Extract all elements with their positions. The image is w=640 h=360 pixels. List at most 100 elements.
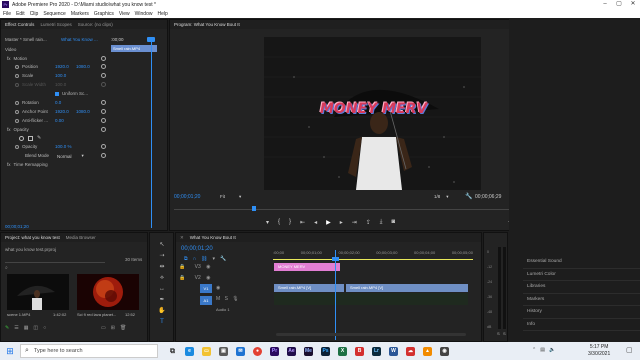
reset-rotation-icon[interactable] bbox=[101, 100, 106, 105]
anchor-x-value[interactable]: 1920.0 bbox=[55, 109, 69, 114]
blend-mode-select[interactable]: Normal ▾ bbox=[57, 153, 84, 159]
hand-tool-icon[interactable]: ✋ bbox=[158, 307, 166, 315]
tab-source[interactable]: Source: (no clips) bbox=[78, 22, 113, 27]
fit-select[interactable]: Fit ▾ bbox=[220, 194, 241, 200]
tab-lumetri-scopes[interactable]: Lumetri Scopes bbox=[40, 22, 71, 27]
anchor-y-value[interactable]: 1080.0 bbox=[76, 109, 90, 114]
type-tool-icon[interactable]: T bbox=[158, 318, 166, 326]
edge-icon[interactable]: e bbox=[185, 346, 194, 356]
step-back-icon[interactable]: ◂ bbox=[314, 219, 317, 226]
timeline-sequence-title[interactable]: What You Know Bout It bbox=[190, 235, 236, 240]
video-clip[interactable]: Smell rain.MP4 [V] bbox=[346, 284, 468, 292]
timeline-timecode[interactable]: 00;00;01;20 bbox=[181, 246, 213, 252]
ec-playhead[interactable] bbox=[151, 38, 152, 228]
scale-value[interactable]: 100.0 bbox=[55, 73, 66, 78]
sequence-clip-label[interactable]: What You Know ... bbox=[61, 37, 98, 42]
reset-motion-icon[interactable] bbox=[101, 56, 106, 61]
minimize-icon[interactable]: – bbox=[598, 0, 612, 9]
extract-icon[interactable]: ⤓ bbox=[380, 219, 383, 226]
creative-cloud-icon[interactable]: ☁ bbox=[406, 346, 415, 356]
pen-tool-icon[interactable]: ✒ bbox=[158, 296, 166, 304]
reset-scale-icon[interactable] bbox=[101, 73, 106, 78]
opacity-value[interactable]: 100.0 % bbox=[55, 144, 72, 149]
zoom-slider-icon[interactable]: ○ bbox=[43, 325, 46, 331]
premiere-icon[interactable]: Pr bbox=[270, 346, 279, 356]
reset-anchor-icon[interactable] bbox=[101, 109, 106, 114]
video-clip[interactable]: Smell rain.MP4 [V] bbox=[274, 284, 344, 292]
reset-opacity-value-icon[interactable] bbox=[101, 144, 106, 149]
menu-sequence[interactable]: Sequence bbox=[43, 11, 66, 17]
track-target-v1[interactable]: V1 bbox=[200, 284, 212, 293]
wrench-icon[interactable]: 🔧 bbox=[465, 193, 472, 200]
nest-icon[interactable]: ⧉ bbox=[184, 256, 188, 262]
panel-essential-sound[interactable]: Essential Sound bbox=[523, 256, 640, 269]
panel-libraries[interactable]: Libraries bbox=[523, 281, 640, 294]
position-y-value[interactable]: 1080.0 bbox=[76, 64, 90, 69]
notification-icon[interactable]: ▢ bbox=[626, 346, 633, 354]
audio-track-area[interactable] bbox=[274, 293, 468, 305]
timeline-ruler[interactable]: :00;00 00;00;01;00 00;00;02;00 00;00;03;… bbox=[273, 250, 473, 255]
program-monitor-title[interactable]: Program: What You Know Bout It bbox=[174, 22, 240, 27]
lightroom-icon[interactable]: Lr bbox=[372, 346, 381, 356]
reset-antiflicker-icon[interactable] bbox=[101, 118, 106, 123]
go-to-out-icon[interactable]: ⇥ bbox=[352, 219, 357, 226]
marker-icon[interactable]: ▾ bbox=[213, 256, 216, 262]
program-playhead[interactable] bbox=[252, 206, 256, 211]
step-forward-icon[interactable]: ▸ bbox=[340, 219, 343, 226]
tab-project[interactable]: Project: what you know test bbox=[5, 235, 60, 240]
motion-row[interactable]: fx Motion bbox=[7, 56, 27, 61]
b-app-icon[interactable]: B bbox=[355, 346, 364, 356]
slip-tool-icon[interactable]: ↔ bbox=[158, 285, 166, 293]
project-thumb-lava[interactable] bbox=[77, 274, 139, 310]
chevron-up-icon[interactable]: ⌃ bbox=[532, 347, 536, 353]
store-icon[interactable]: ▣ bbox=[219, 346, 228, 356]
panel-markers[interactable]: Markers bbox=[523, 294, 640, 306]
stopwatch-icon[interactable] bbox=[15, 118, 19, 123]
timeline-playhead[interactable] bbox=[335, 250, 336, 340]
lock-icon[interactable]: 🔒 bbox=[179, 275, 185, 281]
work-area-bar[interactable] bbox=[273, 259, 473, 260]
tab-media-browser[interactable]: Media Browser bbox=[66, 235, 96, 240]
go-to-in-icon[interactable]: ⇤ bbox=[300, 219, 305, 226]
meter-solo-right[interactable]: S bbox=[503, 331, 506, 336]
mute-button[interactable]: M bbox=[216, 296, 220, 302]
track-select-tool-icon[interactable]: ⇢ bbox=[158, 252, 166, 260]
stopwatch-icon[interactable] bbox=[15, 144, 19, 149]
excel-icon[interactable]: X bbox=[338, 346, 347, 356]
menu-markers[interactable]: Markers bbox=[71, 11, 89, 17]
program-timecode[interactable]: 00;00;01;20 bbox=[174, 194, 200, 200]
wrench-icon[interactable]: 🔧 bbox=[220, 256, 226, 262]
volume-icon[interactable]: 🔈 bbox=[549, 347, 555, 353]
project-item-name[interactable]: scene 1.MP4 bbox=[7, 312, 30, 317]
menu-help[interactable]: Help bbox=[157, 11, 167, 17]
menu-window[interactable]: Window bbox=[135, 11, 153, 17]
uniform-scale-row[interactable]: Uniform Sc... bbox=[55, 91, 88, 96]
voice-over-icon[interactable]: 🎙 bbox=[232, 296, 238, 302]
export-frame-icon[interactable]: ◙ bbox=[391, 219, 395, 226]
play-icon[interactable]: ▶ bbox=[326, 219, 331, 226]
timeline-scrollbar[interactable] bbox=[276, 333, 466, 336]
video-frame[interactable]: MONEY MERV bbox=[264, 37, 481, 190]
taskbar-clock[interactable]: 5:17 PM 3/30/2021 bbox=[588, 344, 610, 358]
media-encoder-icon[interactable]: Me bbox=[304, 346, 313, 356]
menu-clip[interactable]: Clip bbox=[30, 11, 39, 17]
photoshop-icon[interactable]: Ps bbox=[321, 346, 330, 356]
time-remapping-row[interactable]: fx Time Remapping bbox=[7, 162, 48, 167]
project-thumb-scene1[interactable] bbox=[7, 274, 69, 310]
reset-opacity-icon[interactable] bbox=[101, 127, 106, 132]
project-item-name[interactable]: Sci fi red lava planet... bbox=[77, 312, 121, 317]
opacity-header-row[interactable]: fx Opacity bbox=[7, 127, 29, 132]
master-clip-label[interactable]: Master * Smell rain... bbox=[5, 37, 47, 42]
close-icon[interactable]: ✕ bbox=[626, 0, 640, 9]
antiflicker-value[interactable]: 0.00 bbox=[55, 118, 64, 123]
mark-out-icon[interactable]: } bbox=[289, 219, 291, 226]
panel-lumetri-color[interactable]: Lumetri Color bbox=[523, 269, 640, 281]
icon-view-icon[interactable]: ▦ bbox=[24, 325, 29, 331]
reset-blend-icon[interactable] bbox=[101, 153, 106, 158]
snap-icon[interactable]: ∩ bbox=[193, 256, 197, 262]
maximize-icon[interactable]: ▢ bbox=[612, 0, 626, 9]
after-effects-icon[interactable]: Ae bbox=[287, 346, 296, 356]
stopwatch-icon[interactable] bbox=[15, 100, 19, 105]
position-x-value[interactable]: 1920.0 bbox=[55, 64, 69, 69]
track-target-a1[interactable]: A1 bbox=[200, 296, 212, 305]
